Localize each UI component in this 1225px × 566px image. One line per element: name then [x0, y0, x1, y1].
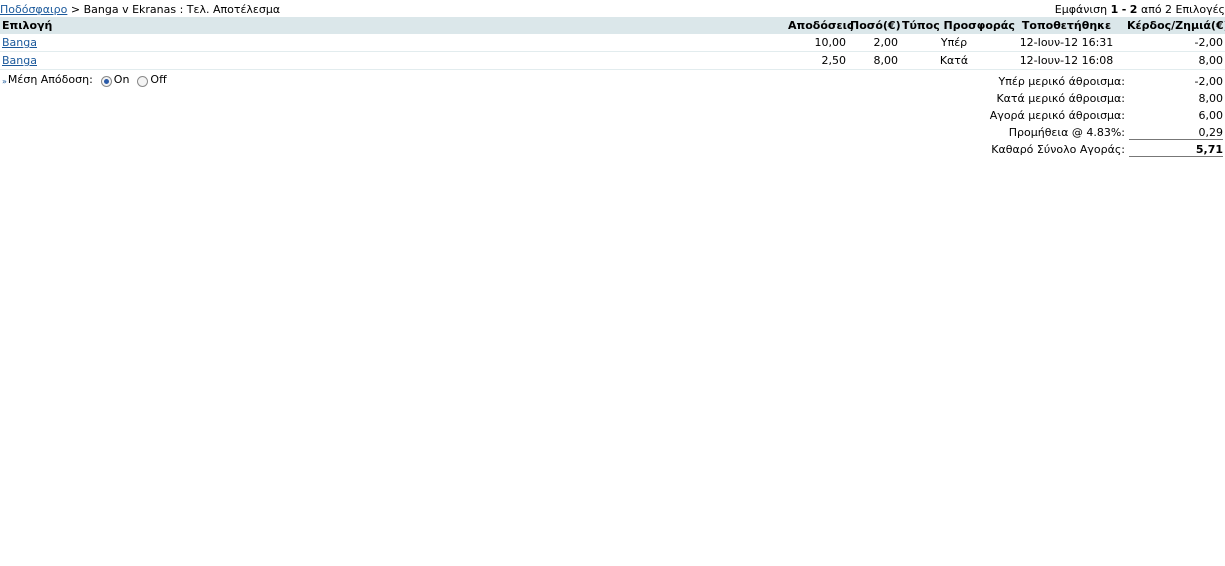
bottom-area: » Μέση Απόδοση: On Off Υπέρ μερικό άθροι…	[0, 70, 1225, 170]
cell-selection: Banga	[0, 51, 786, 70]
table-row: Banga 10,00 2,00 Υπέρ 12-Ιουν-12 16:31 -…	[0, 34, 1225, 52]
summary-lay-subtotal: Κατά μερικό άθροισμα: 8,00	[990, 90, 1223, 107]
summary-value: -2,00	[1194, 75, 1223, 88]
breadcrumb: Ποδόσφαιρο > Banga v Ekranas : Τελ. Αποτ…	[0, 3, 280, 16]
cell-placed: 12-Ιουν-12 16:31	[1008, 34, 1125, 52]
cell-bet-type: Υπέρ	[900, 34, 1008, 52]
paging-to: 2	[1129, 3, 1138, 16]
average-odds-off-label[interactable]: Off	[150, 73, 166, 86]
top-bar: Ποδόσφαιρο > Banga v Ekranas : Τελ. Αποτ…	[0, 0, 1225, 17]
summary-value: 8,00	[1198, 92, 1224, 105]
summary-market-subtotal: Αγορά μερικό άθροισμα: 6,00	[990, 107, 1223, 124]
cell-bet-type: Κατά	[900, 51, 1008, 70]
breadcrumb-current: > Banga v Ekranas : Τελ. Αποτέλεσμα	[70, 3, 281, 16]
average-odds-on-radio[interactable]	[100, 76, 112, 87]
cell-selection: Banga	[0, 34, 786, 52]
breadcrumb-link-football[interactable]: Ποδόσφαιρο	[0, 3, 67, 16]
cell-stake: 2,00	[848, 34, 900, 52]
average-odds-off-radio[interactable]	[137, 76, 149, 87]
double-chevron-icon: »	[2, 77, 7, 86]
summary-net-total: Καθαρό Σύνολο Αγοράς: 5,71	[990, 141, 1223, 158]
cell-odds: 2,50	[786, 51, 848, 70]
summary-label: Υπέρ μερικό άθροισμα:	[998, 75, 1125, 88]
summary-label: Καθαρό Σύνολο Αγοράς:	[991, 143, 1125, 156]
cell-stake: 8,00	[848, 51, 900, 70]
summary-label: Προμήθεια @ 4.83%:	[1008, 126, 1125, 139]
summary-label: Κατά μερικό άθροισμα:	[996, 92, 1125, 105]
average-odds-on-label[interactable]: On	[114, 73, 130, 86]
col-header-selection: Επιλογή	[0, 17, 786, 34]
summary-value: 6,00	[1198, 109, 1224, 122]
paging-suffix: από 2 Επιλογές	[1140, 3, 1225, 16]
cell-placed: 12-Ιουν-12 16:08	[1008, 51, 1125, 70]
col-header-odds: Αποδόσεις	[786, 17, 854, 34]
bets-table: Επιλογή Αποδόσεις Ποσό(€) Τύπος Προσφορά…	[0, 17, 1225, 70]
col-header-placed: Τοποθετήθηκε	[1008, 17, 1125, 34]
paging-prefix: Εμφάνιση	[1054, 3, 1108, 16]
cell-odds: 10,00	[786, 34, 848, 52]
summary-block: Υπέρ μερικό άθροισμα: -2,00 Κατά μερικό …	[990, 73, 1223, 158]
average-odds-label: Μέση Απόδοση:	[7, 73, 93, 86]
summary-commission: Προμήθεια @ 4.83%: 0,29	[990, 124, 1223, 141]
summary-back-subtotal: Υπέρ μερικό άθροισμα: -2,00	[990, 73, 1223, 90]
paging-from: 1	[1110, 3, 1119, 16]
paging-info: Εμφάνιση 1 - 2 από 2 Επιλογές	[1055, 3, 1225, 16]
col-header-profit-loss: Κέρδος/Ζημιά(€)	[1125, 17, 1225, 34]
table-header-row: Επιλογή Αποδόσεις Ποσό(€) Τύπος Προσφορά…	[0, 17, 1225, 34]
col-header-stake: Ποσό(€)	[848, 17, 901, 34]
summary-value: 5,71	[1129, 143, 1223, 157]
average-odds-control: » Μέση Απόδοση: On Off	[2, 73, 167, 87]
col-header-bet-type: Τύπος Προσφοράς	[900, 17, 1015, 34]
selection-link[interactable]: Banga	[2, 36, 37, 49]
summary-label: Αγορά μερικό άθροισμα:	[989, 109, 1125, 122]
cell-profit-loss: -2,00	[1125, 34, 1225, 52]
selection-link[interactable]: Banga	[2, 54, 37, 67]
paging-dash: -	[1121, 3, 1127, 16]
cell-profit-loss: 8,00	[1125, 51, 1225, 70]
table-row: Banga 2,50 8,00 Κατά 12-Ιουν-12 16:08 8,…	[0, 51, 1225, 70]
bet-history-page: Ποδόσφαιρο > Banga v Ekranas : Τελ. Αποτ…	[0, 0, 1225, 566]
summary-value: 0,29	[1129, 126, 1223, 140]
